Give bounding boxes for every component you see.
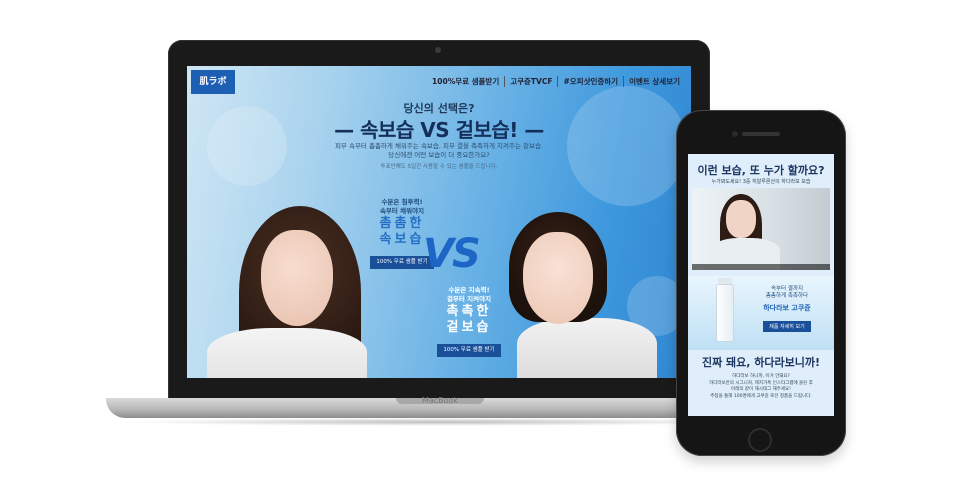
model-left-face (261, 230, 333, 326)
outer-copy-line-1: 수분은 지속력! (448, 286, 490, 294)
nav-free-sample[interactable]: 100%무료 샘플받기 (427, 76, 504, 87)
inner-copy-line-2: 속부터 채워야지 (379, 207, 425, 215)
bottom-title: 진짜 돼요, 하다라보니까! (701, 356, 821, 369)
inner-copy-line-1: 수분은 침투력! (381, 198, 423, 206)
home-button[interactable] (748, 428, 772, 452)
model-right-body (517, 318, 657, 378)
phone-video-player[interactable] (692, 188, 830, 270)
phone-bottom-section: 진짜 돼요, 하다라보니까! 하다라보 하니까, 이거 안돼요? 하다라보만의 … (688, 354, 834, 400)
nav-hashtag[interactable]: #오피샷인증하기 (557, 76, 623, 87)
outer-copy-big-1: 촉촉한 (446, 304, 492, 319)
model-right-face (523, 232, 593, 324)
nav-tvcf[interactable]: 고쿠쥰TVCF (504, 76, 557, 87)
product-name: 하다라보 고쿠쥰 (763, 304, 811, 312)
outer-moisture-copy: 수분은 지속력! 겉부터 지켜야지 촉촉한 겉보습 100% 무료 샘플 받기 (429, 286, 509, 357)
webcam-icon (435, 47, 441, 53)
hero-title: — 속보습 VS 겉보습! — (334, 118, 544, 142)
product-detail-button[interactable]: 제품 자세히 보기 (763, 321, 811, 332)
hero-desc-line-1: 피부 속부터 촘촘하게 채워주는 속보습, 피부 결을 촉촉하게 지켜주는 겉보… (334, 142, 544, 150)
laptop-lid: 肌ラボ 100%무료 샘플받기 고쿠쥰TVCF #오피샷인증하기 이벤트 상세보… (168, 40, 710, 400)
model-left-body (207, 328, 367, 378)
vs-label: VS (423, 231, 481, 277)
product-line-2: 촘촘하게 촉촉하다 (765, 293, 809, 299)
phone-subtitle: 누가봐도세요! 3중 히알루론산의 하다라보 보습 (711, 179, 811, 185)
product-bottle-image (716, 284, 734, 342)
bottom-description: 하다라보 하니까, 이거 안돼요? 하다라보만의 시그니처, 헤지가톡 인스타그… (688, 374, 834, 400)
product-banner: 속부터 결까지 촘촘하게 촉촉하다 하다라보 고쿠쥰 제품 자세히 보기 (688, 276, 834, 350)
bottom-desc-4: 추첨을 통해 100명에게 고쿠쥰 로션 정품을 드립니다. (710, 393, 812, 399)
laptop-brand-label: MacBook (421, 396, 459, 405)
laptop-screen: 肌ラボ 100%무료 샘플받기 고쿠쥰TVCF #오피샷인증하기 이벤트 상세보… (187, 66, 691, 378)
nav-event-detail[interactable]: 이벤트 상세보기 (623, 76, 685, 87)
outer-copy-line-2: 겉부터 지켜야지 (446, 295, 492, 303)
hero-desc-line-2: 당신에겐 어떤 보습이 더 중요한가요? (388, 151, 490, 159)
inner-copy-big-1: 촘촘한 (379, 216, 425, 231)
top-nav: 100%무료 샘플받기 고쿠쥰TVCF #오피샷인증하기 이벤트 상세보기 (427, 76, 685, 87)
front-camera-icon (732, 131, 738, 137)
laptop-shadow (120, 418, 760, 426)
hero-description: 피부 속부터 촘촘하게 채워주는 속보습, 피부 결을 촉촉하게 지켜주는 겉보… (187, 142, 691, 160)
brand-logo[interactable]: 肌ラボ (191, 70, 235, 94)
product-copy: 속부터 결까지 촘촘하게 촉촉하다 하다라보 고쿠쥰 제품 자세히 보기 (744, 286, 830, 332)
product-line-1: 속부터 결까지 (770, 286, 804, 292)
phone-title: 이런 보습, 또 누가 할까요? (697, 164, 825, 177)
mockup-stage: 肌ラボ 100%무료 샘플받기 고쿠쥰TVCF #오피샷인증하기 이벤트 상세보… (0, 0, 960, 488)
outer-copy-big-2: 겉보습 (446, 320, 492, 335)
hero-note: 투표만해도 5일간 사용할 수 있는 샘플을 드립니다. (380, 164, 498, 170)
phone-frame: 이런 보습, 또 누가 할까요? 누가봐도세요! 3중 히알루론산의 하다라보 … (676, 110, 846, 456)
outer-free-sample-button[interactable]: 100% 무료 샘플 받기 (437, 344, 501, 357)
video-control-bar[interactable] (692, 264, 830, 270)
video-model-face (726, 200, 756, 238)
phone-screen: 이런 보습, 또 누가 할까요? 누가봐도세요! 3중 히알루론산의 하다라보 … (688, 154, 834, 416)
speaker-grille (742, 132, 780, 136)
